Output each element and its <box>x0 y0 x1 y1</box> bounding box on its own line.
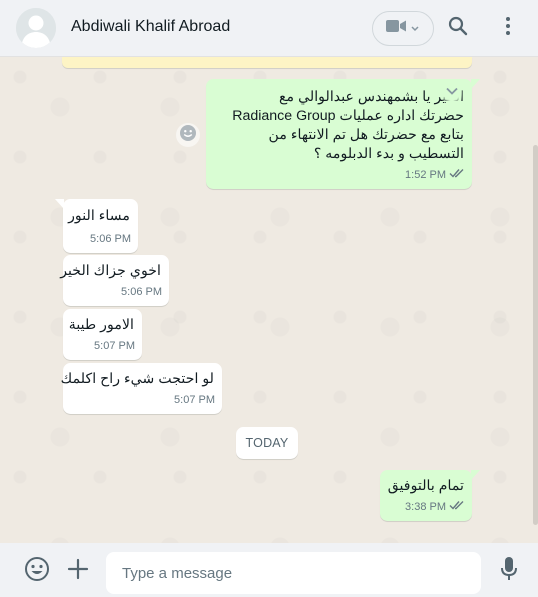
message-text: اخوي جزاك الخير <box>60 263 161 279</box>
voice-message-button[interactable] <box>496 556 522 587</box>
chat-header: Abdiwali Khalif Abroad <box>0 0 538 57</box>
message-time: 3:38 PM <box>405 501 446 513</box>
message-list[interactable]: الخير يا بشمهندس عبدالوالي مع حضرتك ادار… <box>0 57 538 543</box>
kebab-menu-icon <box>505 16 511 41</box>
message-line: بتابع مع حضرتك هل تم الانتهاء من <box>268 127 464 143</box>
attach-button[interactable] <box>65 558 91 584</box>
message-meta: 5:06 PM <box>90 230 131 249</box>
message-text: تمام بالتوفيق <box>387 478 464 494</box>
message-time: 5:07 PM <box>174 394 215 406</box>
emoji-button[interactable] <box>24 556 50 587</box>
message-time: 5:06 PM <box>90 233 131 245</box>
bubble-tail <box>55 199 64 209</box>
video-camera-icon <box>386 19 406 38</box>
message-text: لو احتجت شيء راح اكلمك <box>60 371 214 387</box>
chevron-down-icon <box>410 20 420 38</box>
message-meta: 5:07 PM <box>174 391 215 410</box>
bubble-tail <box>471 79 480 89</box>
plus-icon <box>67 558 89 585</box>
bubble-tail <box>471 470 480 480</box>
scrollbar[interactable] <box>533 145 538 525</box>
message-line: التسطيب و بدء الدبلومه ؟ <box>313 146 464 162</box>
message-meta: 5:07 PM <box>94 337 135 356</box>
microphone-icon <box>500 556 518 587</box>
message-input[interactable] <box>106 552 481 594</box>
message-text: مساء النور <box>68 208 130 224</box>
message-bubble-incoming[interactable]: الامور طيبة 5:07 PM <box>63 309 142 360</box>
message-meta: 5:06 PM <box>121 283 162 302</box>
contact-name[interactable]: Abdiwali Khalif Abroad <box>71 18 230 36</box>
emoji-icon <box>179 124 197 147</box>
message-bubble-outgoing[interactable]: الخير يا بشمهندس عبدالوالي مع حضرتك ادار… <box>206 79 480 189</box>
message-meta: 3:38 PM <box>405 498 465 517</box>
message-bubble-incoming[interactable]: لو احتجت شيء راح اكلمك 5:07 PM <box>60 363 222 414</box>
search-button[interactable] <box>444 14 472 42</box>
message-line: الخير يا بشمهندس عبدالوالي مع <box>279 89 464 105</box>
system-notice-edge <box>62 57 472 68</box>
avatar[interactable] <box>16 8 56 48</box>
message-bubble-incoming[interactable]: اخوي جزاك الخير 5:06 PM <box>60 255 169 306</box>
message-bubble-outgoing[interactable]: تمام بالتوفيق 3:38 PM <box>380 470 480 521</box>
emoji-icon <box>24 556 50 587</box>
message-composer <box>0 543 538 597</box>
message-text: الخير يا بشمهندس عبدالوالي مع حضرتك ادار… <box>212 88 464 164</box>
message-meta: 1:52 PM <box>405 166 465 185</box>
message-time: 1:52 PM <box>405 169 446 181</box>
message-options-button[interactable] <box>442 83 462 101</box>
message-line: حضرتك اداره عمليات Radiance Group <box>232 108 464 124</box>
double-check-icon <box>449 166 465 185</box>
date-divider: TODAY <box>236 427 298 459</box>
video-call-button[interactable] <box>372 11 434 46</box>
chevron-down-icon <box>445 83 459 102</box>
message-time: 5:06 PM <box>121 286 162 298</box>
whatsapp-web-chat-window: Abdiwali Khalif Abroad الخير يا بشمهندس … <box>0 0 538 597</box>
search-icon <box>448 16 468 41</box>
message-bubble-incoming[interactable]: مساء النور 5:06 PM <box>55 199 138 253</box>
message-time: 5:07 PM <box>94 340 135 352</box>
double-check-icon <box>449 498 465 517</box>
menu-button[interactable] <box>494 14 522 42</box>
reaction-button[interactable] <box>176 123 200 147</box>
message-text: الامور طيبة <box>68 317 134 333</box>
